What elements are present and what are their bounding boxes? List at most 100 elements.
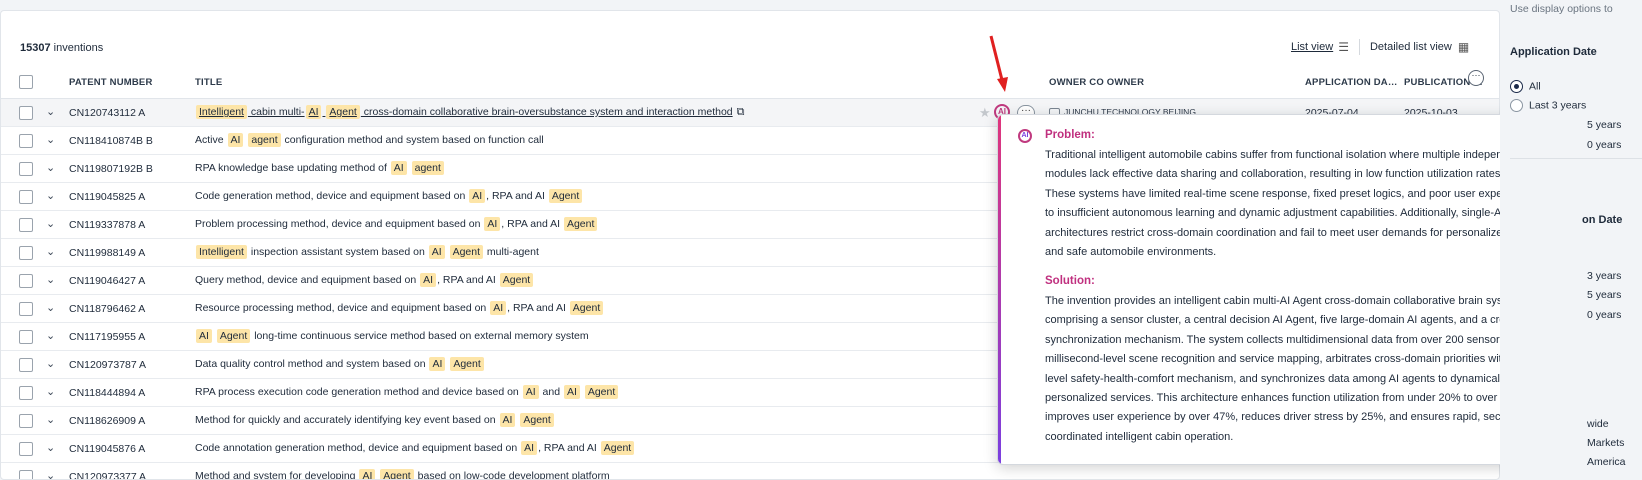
patent-title[interactable]: Query method, device and equipment based… <box>195 273 534 287</box>
table-row[interactable]: ⌄ CN120973377 A Method and system for deve… <box>1 463 1499 480</box>
chevron-down-icon[interactable]: ⌄ <box>46 441 55 454</box>
col-application-date[interactable]: APPLICATION DA… <box>1305 77 1398 88</box>
row-checkbox[interactable] <box>19 386 33 400</box>
patent-number[interactable]: CN119045825 A <box>69 191 145 203</box>
keyword-highlight: AI <box>490 301 507 315</box>
col-title[interactable]: TITLE <box>195 77 222 88</box>
patent-number[interactable]: CN118410874B B <box>69 135 153 147</box>
row-checkbox[interactable] <box>19 358 33 372</box>
title-text: and <box>539 386 563 398</box>
patent-title[interactable]: Code annotation generation method, devic… <box>195 441 635 455</box>
chevron-down-icon[interactable]: ⌄ <box>46 217 55 230</box>
patent-number[interactable]: CN119337878 A <box>69 219 145 231</box>
chevron-down-icon[interactable]: ⌄ <box>46 329 55 342</box>
title-text: , RPA and AI <box>501 218 563 230</box>
title-text: , RPA and AI <box>437 274 499 286</box>
chevron-down-icon[interactable]: ⌄ <box>46 469 55 479</box>
patent-number[interactable]: CN119988149 A <box>69 247 145 259</box>
title-text: multi-agent <box>484 246 539 258</box>
patent-number[interactable]: CN119045876 A <box>69 443 145 455</box>
pub-date-option-5y[interactable]: 5 years <box>1587 289 1621 301</box>
pub-date-option-10y[interactable]: 0 years <box>1587 309 1621 321</box>
row-checkbox[interactable] <box>19 302 33 316</box>
patent-number[interactable]: CN120973787 A <box>69 359 146 371</box>
row-checkbox[interactable] <box>19 330 33 344</box>
title-text: Query method, device and equipment based… <box>195 274 420 286</box>
chevron-down-icon[interactable]: ⌄ <box>46 245 55 258</box>
patent-number[interactable]: CN119807192B B <box>69 163 153 175</box>
patent-title[interactable]: Problem processing method, device and eq… <box>195 217 598 231</box>
keyword-highlight: Agent <box>380 469 414 479</box>
list-view-link[interactable]: List view <box>1291 41 1333 53</box>
column-options-icon[interactable]: ··· <box>1468 70 1484 86</box>
chevron-down-icon[interactable]: ⌄ <box>46 161 55 174</box>
patent-number[interactable]: CN120743112 A <box>69 107 145 119</box>
row-checkbox[interactable] <box>19 414 33 428</box>
keyword-highlight: Agent <box>520 413 554 427</box>
pub-date-option-3y[interactable]: 3 years <box>1587 270 1621 282</box>
title-text: long-time continuous service method base… <box>251 330 589 342</box>
patent-title[interactable]: Active AI agent configuration method and… <box>195 133 544 147</box>
row-checkbox[interactable] <box>19 246 33 260</box>
patent-title[interactable]: Resource processing method, device and e… <box>195 301 604 315</box>
region-option-wide[interactable]: wide <box>1587 418 1609 430</box>
title-text: Method and system for developing <box>195 470 359 480</box>
chevron-down-icon[interactable]: ⌄ <box>46 385 55 398</box>
patent-title[interactable]: RPA knowledge base updating method of AI… <box>195 161 445 175</box>
keyword-highlight: AI <box>305 105 322 119</box>
keyword-highlight: Agent <box>569 301 604 315</box>
row-checkbox[interactable] <box>19 470 33 479</box>
external-link-icon[interactable]: ⧉ <box>737 106 745 119</box>
keyword-highlight: AI <box>420 273 437 287</box>
chevron-down-icon[interactable]: ⌄ <box>46 357 55 370</box>
chevron-down-icon[interactable]: ⌄ <box>46 105 55 118</box>
patent-title[interactable]: Intelligent cabin multi- AI Agent cross-d… <box>195 105 745 119</box>
radio-icon[interactable] <box>1510 99 1523 112</box>
table-header: PATENT NUMBER TITLE OWNER CO OWNER APPLI… <box>1 63 1499 99</box>
grid-view-icon[interactable]: ▦ <box>1458 40 1469 54</box>
keyword-highlight: AI <box>499 413 516 427</box>
row-checkbox[interactable] <box>19 442 33 456</box>
patent-title[interactable]: Code generation method, device and equip… <box>195 189 583 203</box>
app-date-option-all[interactable]: All <box>1510 80 1541 93</box>
chevron-down-icon[interactable]: ⌄ <box>46 413 55 426</box>
patent-title[interactable]: RPA process execution code generation me… <box>195 385 619 399</box>
title-text: RPA process execution code generation me… <box>195 386 522 398</box>
chevron-down-icon[interactable]: ⌄ <box>46 273 55 286</box>
star-icon[interactable]: ★ <box>979 105 991 121</box>
patent-title[interactable]: Data quality control method and system b… <box>195 357 485 371</box>
row-checkbox[interactable] <box>19 106 33 120</box>
row-checkbox[interactable] <box>19 190 33 204</box>
chevron-down-icon[interactable]: ⌄ <box>46 189 55 202</box>
problem-text: Traditional intelligent automobile cabin… <box>1045 149 1565 259</box>
title-text <box>213 330 216 342</box>
patent-number[interactable]: CN118626909 A <box>69 415 145 427</box>
row-checkbox[interactable] <box>19 274 33 288</box>
patent-title[interactable]: AI Agent long-time continuous service me… <box>195 329 589 343</box>
app-date-option-5y[interactable]: 5 years <box>1587 119 1621 131</box>
chevron-down-icon[interactable]: ⌄ <box>46 301 55 314</box>
select-all-checkbox[interactable] <box>19 75 33 89</box>
row-checkbox[interactable] <box>19 162 33 176</box>
radio-selected-icon[interactable] <box>1510 80 1523 93</box>
patent-number[interactable]: CN117195955 A <box>69 331 145 343</box>
chevron-down-icon[interactable]: ⌄ <box>46 133 55 146</box>
row-checkbox[interactable] <box>19 218 33 232</box>
patent-title[interactable]: Intelligent inspection assistant system … <box>195 245 539 259</box>
patent-number[interactable]: CN120973377 A <box>69 471 146 479</box>
keyword-highlight: AI <box>227 133 244 147</box>
patent-title[interactable]: Method for quickly and accurately identi… <box>195 413 555 427</box>
patent-title[interactable]: Method and system for developing AI Agen… <box>195 469 610 480</box>
patent-number[interactable]: CN118796462 A <box>69 303 145 315</box>
region-option-markets[interactable]: Markets <box>1587 437 1624 449</box>
detailed-list-view-link[interactable]: Detailed list view <box>1370 41 1452 53</box>
patent-number[interactable]: CN118444894 A <box>69 387 145 399</box>
app-date-option-10y[interactable]: 0 years <box>1587 139 1621 151</box>
col-owner[interactable]: OWNER CO OWNER <box>1049 77 1144 88</box>
patent-number[interactable]: CN119046427 A <box>69 275 145 287</box>
region-option-america[interactable]: America <box>1587 456 1626 468</box>
list-view-icon[interactable]: ☰ <box>1338 40 1349 54</box>
app-date-option-3y[interactable]: Last 3 years <box>1510 99 1586 112</box>
row-checkbox[interactable] <box>19 134 33 148</box>
col-patent-number[interactable]: PATENT NUMBER <box>69 77 153 88</box>
